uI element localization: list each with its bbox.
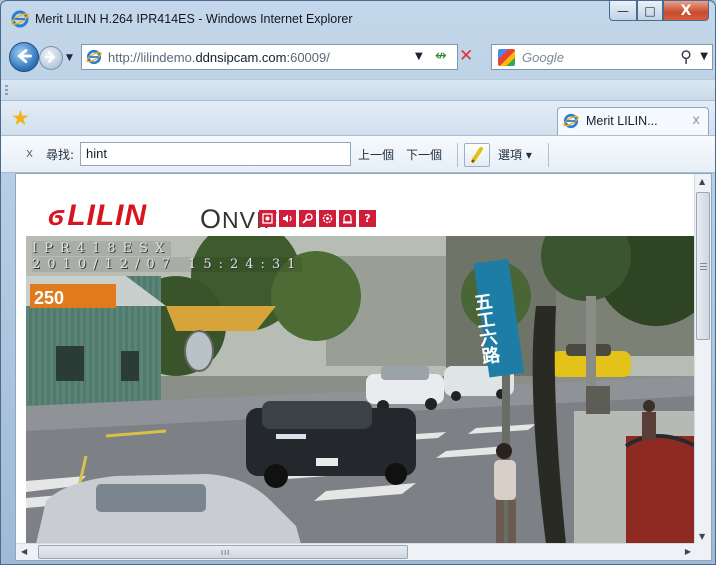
google-logo-icon [498, 49, 515, 66]
scroll-grip-icon: III [221, 549, 231, 557]
window-title: Merit LILIN H.264 IPR414ES - Windows Int… [35, 12, 353, 26]
alarm-icon[interactable] [339, 210, 356, 227]
highlighter-icon [471, 147, 483, 163]
osd-camera-name: IPR418ESX [32, 241, 172, 256]
find-next-button[interactable]: 下一個 [406, 146, 442, 163]
lilin-logo: ϭLILIN [48, 199, 148, 232]
find-bar: x 尋找: hint 上一個 下一個 選項 ▾ [1, 135, 715, 173]
help-icon[interactable]: ? [359, 210, 376, 227]
search-icon[interactable]: ⚲ [680, 47, 692, 66]
window-controls: — □ X [609, 1, 709, 23]
tab-ie-icon [563, 113, 579, 129]
camera-live-view[interactable]: 250 五工六路 IPR418ESX 2010/12/07 15:24:31 [26, 236, 696, 544]
scroll-corner [694, 543, 711, 560]
ie-logo-icon [11, 10, 29, 28]
find-previous-button[interactable]: 上一個 [358, 146, 394, 163]
find-input[interactable]: hint [80, 142, 351, 166]
back-arrow-icon [17, 49, 32, 64]
browser-window: Merit LILIN H.264 IPR414ES - Windows Int… [0, 0, 716, 565]
maximize-icon: □ [644, 3, 656, 18]
history-dropdown-button[interactable]: ▼ [66, 53, 73, 63]
maximize-button[interactable]: □ [637, 1, 663, 21]
address-dropdown-icon[interactable]: ▼ [415, 51, 423, 62]
find-close-icon[interactable]: x [26, 146, 33, 160]
camera-scene-image: 250 五工六路 [26, 236, 696, 544]
favorites-star-icon[interactable]: ★ [11, 106, 30, 130]
page-ie-icon [86, 49, 102, 65]
tab-close-icon[interactable]: x [692, 113, 700, 128]
title-bar: Merit LILIN H.264 IPR414ES - Windows Int… [1, 1, 715, 37]
settings-icon[interactable] [319, 210, 336, 227]
vertical-scrollbar[interactable]: ▲ ▼ [694, 174, 711, 544]
minimize-icon: — [617, 3, 629, 18]
tab-label: Merit LILIN... [586, 114, 658, 128]
find-options-button[interactable]: 選項 ▾ [498, 146, 532, 163]
tab-merit-lilin[interactable]: Merit LILIN... x [557, 107, 709, 135]
scroll-left-icon[interactable]: ◀ [21, 547, 27, 556]
shop-sign-250: 250 [34, 288, 64, 308]
scroll-grip-icon [700, 263, 707, 270]
close-button[interactable]: X [663, 1, 709, 21]
osd-timestamp: 2010/12/07 15:24:31 [32, 257, 303, 272]
command-bar [1, 79, 715, 101]
find-label: 尋找: [46, 148, 75, 162]
search-input[interactable]: Google [522, 50, 564, 65]
highlight-button[interactable] [464, 143, 490, 167]
camera-toolbar: ? [259, 210, 376, 227]
search-dropdown-icon[interactable]: ▼ [700, 51, 708, 62]
close-icon: X [680, 2, 692, 19]
address-bar[interactable]: http://lilindemo.ddnsipcam.com:60009/ ▼ … [81, 44, 473, 70]
back-button[interactable] [9, 42, 39, 72]
forward-button[interactable] [39, 46, 63, 70]
minimize-button[interactable]: — [609, 1, 637, 21]
scroll-down-icon[interactable]: ▼ [699, 532, 705, 541]
tab-bar: ★ Merit LILIN... x [1, 101, 715, 135]
horizontal-scrollbar[interactable]: ◀ III ▶ [16, 543, 696, 560]
find-separator [548, 143, 549, 167]
refresh-icon[interactable]: ↮ [435, 48, 447, 64]
search-icon[interactable] [299, 210, 316, 227]
audio-icon[interactable] [279, 210, 296, 227]
navigation-bar: ▼ http://lilindemo.ddnsipcam.com:60009/ … [1, 39, 715, 75]
search-box[interactable]: Google ⚲ ▼ [491, 44, 713, 70]
toolbar-grip-icon[interactable] [5, 85, 8, 97]
address-url[interactable]: http://lilindemo.ddnsipcam.com:60009/ [108, 50, 330, 65]
horizontal-scroll-thumb[interactable]: III [38, 545, 408, 559]
camera-snapshot-icon[interactable] [259, 210, 276, 227]
vertical-scroll-thumb[interactable] [696, 192, 710, 340]
find-separator [457, 143, 458, 167]
forward-arrow-icon [44, 51, 56, 63]
scroll-right-icon[interactable]: ▶ [685, 547, 691, 556]
page-viewport: ϭLILIN ONVIF ? 250 五工六路 IPR418ESX 2010/1… [15, 173, 712, 561]
scroll-up-icon[interactable]: ▲ [699, 177, 705, 186]
stop-icon[interactable]: ✕ [459, 46, 473, 66]
